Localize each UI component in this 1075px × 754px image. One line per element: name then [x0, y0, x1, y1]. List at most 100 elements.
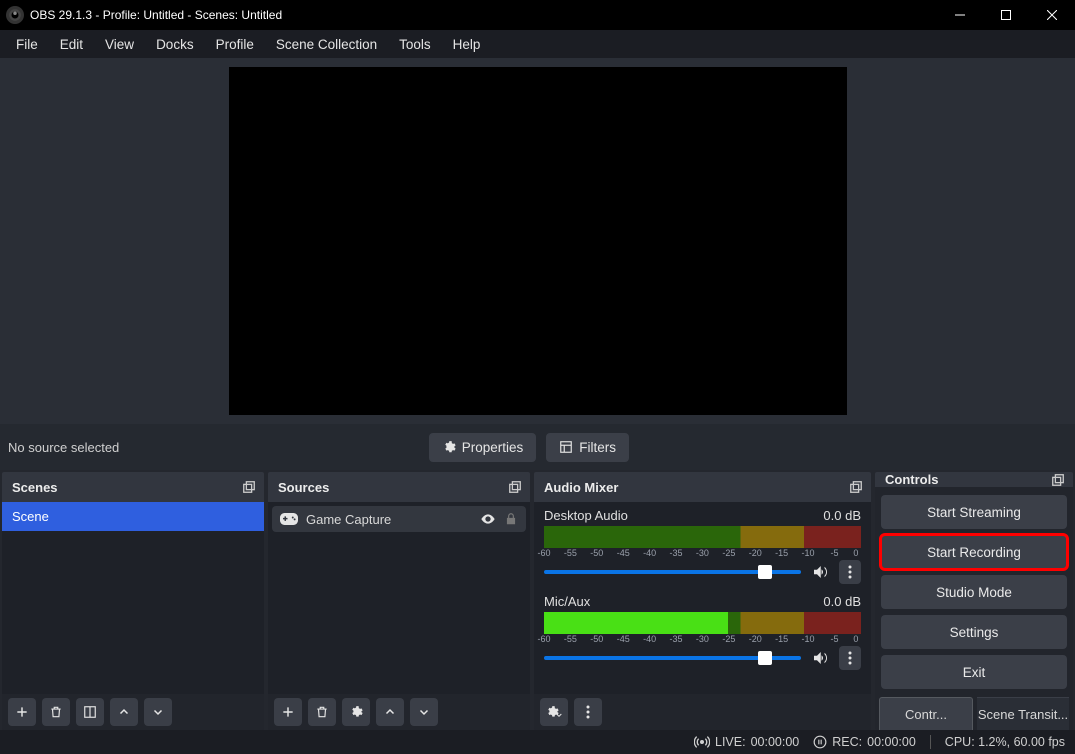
source-up-button[interactable] [376, 698, 404, 726]
controls-dock: Controls Start Streaming Start Recording… [875, 472, 1073, 730]
scenes-title: Scenes [12, 480, 58, 495]
mixer-channel: Desktop Audio 0.0 dB -60-55-50-45-40-35-… [534, 502, 871, 588]
gear-icon [442, 440, 456, 454]
popout-icon[interactable] [1051, 473, 1065, 487]
menu-edit[interactable]: Edit [50, 33, 93, 56]
dots-vertical-icon [848, 651, 852, 665]
scene-up-button[interactable] [110, 698, 138, 726]
speaker-icon[interactable] [811, 649, 829, 667]
remove-scene-button[interactable] [42, 698, 70, 726]
exit-button[interactable]: Exit [881, 655, 1067, 689]
source-item[interactable]: Game Capture [272, 506, 526, 532]
audio-mixer-dock: Audio Mixer Desktop Audio 0.0 dB -60-55-… [534, 472, 871, 730]
menu-scene-collection[interactable]: Scene Collection [266, 33, 387, 56]
window-close-button[interactable] [1029, 0, 1075, 30]
popout-icon[interactable] [242, 480, 256, 494]
trash-icon [315, 705, 329, 719]
rec-time: 00:00:00 [867, 735, 916, 749]
scene-filters-button[interactable] [76, 698, 104, 726]
chevron-down-icon [418, 706, 430, 718]
add-scene-button[interactable] [8, 698, 36, 726]
dots-vertical-icon [586, 705, 590, 719]
channel-db: 0.0 dB [823, 508, 861, 523]
tab-controls[interactable]: Contr... [879, 697, 973, 730]
pause-icon [813, 735, 827, 749]
audio-meter [544, 612, 861, 634]
dots-vertical-icon [848, 565, 852, 579]
eye-icon[interactable] [480, 511, 496, 527]
tab-scene-transitions[interactable]: Scene Transit... [977, 697, 1069, 730]
window-minimize-button[interactable] [937, 0, 983, 30]
broadcast-icon [694, 734, 710, 750]
window-title: OBS 29.1.3 - Profile: Untitled - Scenes:… [30, 8, 282, 22]
trash-icon [49, 705, 63, 719]
filters-button[interactable]: Filters [546, 433, 629, 462]
mixer-header[interactable]: Audio Mixer [534, 472, 871, 502]
no-source-label: No source selected [8, 440, 119, 455]
start-streaming-button[interactable]: Start Streaming [881, 495, 1067, 529]
scene-down-button[interactable] [144, 698, 172, 726]
speaker-icon[interactable] [811, 563, 829, 581]
controls-header[interactable]: Controls [875, 472, 1073, 487]
status-recording: REC: 00:00:00 [813, 735, 916, 749]
lock-icon[interactable] [504, 512, 518, 526]
source-toolbar: No source selected Properties Filters [0, 424, 1075, 470]
channel-options-button[interactable] [839, 646, 861, 670]
volume-slider[interactable] [544, 656, 801, 660]
meter-ticks: -60-55-50-45-40-35-30-25-20-15-10-50 [544, 634, 861, 644]
remove-source-button[interactable] [308, 698, 336, 726]
preview-area[interactable] [0, 58, 1075, 424]
chevron-up-icon [118, 706, 130, 718]
menu-help[interactable]: Help [443, 33, 491, 56]
popout-icon[interactable] [849, 480, 863, 494]
audio-meter [544, 526, 861, 548]
menu-view[interactable]: View [95, 33, 144, 56]
menu-tools[interactable]: Tools [389, 33, 441, 56]
rec-label: REC: [832, 735, 862, 749]
status-cpu: CPU: 1.2%, 60.00 fps [945, 735, 1065, 749]
settings-button[interactable]: Settings [881, 615, 1067, 649]
menu-file[interactable]: File [6, 33, 48, 56]
scenes-header[interactable]: Scenes [2, 472, 264, 502]
menu-profile[interactable]: Profile [206, 33, 264, 56]
source-down-button[interactable] [410, 698, 438, 726]
channel-options-button[interactable] [839, 560, 861, 584]
channel-name: Mic/Aux [544, 594, 590, 609]
scene-switch-icon [83, 705, 97, 719]
properties-button[interactable]: Properties [429, 433, 537, 462]
filters-label: Filters [579, 440, 616, 455]
obs-logo-icon [6, 6, 24, 24]
window-titlebar: OBS 29.1.3 - Profile: Untitled - Scenes:… [0, 0, 1075, 30]
meter-ticks: -60-55-50-45-40-35-30-25-20-15-10-50 [544, 548, 861, 558]
controls-title: Controls [885, 472, 938, 487]
source-properties-button[interactable] [342, 698, 370, 726]
chevron-up-icon [384, 706, 396, 718]
dock-area: Scenes Scene Sources Game Capture [0, 470, 1075, 730]
caret-down-icon [555, 711, 563, 719]
status-connection: LIVE: 00:00:00 [694, 734, 799, 750]
plus-icon [15, 705, 29, 719]
add-source-button[interactable] [274, 698, 302, 726]
mixer-menu-button[interactable] [574, 698, 602, 726]
filters-icon [559, 440, 573, 454]
popout-icon[interactable] [508, 480, 522, 494]
channel-db: 0.0 dB [823, 594, 861, 609]
window-maximize-button[interactable] [983, 0, 1029, 30]
studio-mode-button[interactable]: Studio Mode [881, 575, 1067, 609]
mixer-channel: Mic/Aux 0.0 dB -60-55-50-45-40-35-30-25-… [534, 588, 871, 674]
menu-docks[interactable]: Docks [146, 33, 204, 56]
live-label: LIVE: [715, 735, 746, 749]
gear-icon [349, 705, 363, 719]
live-time: 00:00:00 [751, 735, 800, 749]
scenes-dock: Scenes Scene [2, 472, 264, 730]
mixer-settings-button[interactable] [540, 698, 568, 726]
scene-item[interactable]: Scene [2, 502, 264, 531]
plus-icon [281, 705, 295, 719]
volume-slider[interactable] [544, 570, 801, 574]
gamepad-icon [280, 512, 298, 526]
channel-name: Desktop Audio [544, 508, 628, 523]
preview-canvas[interactable] [229, 67, 847, 415]
start-recording-button[interactable]: Start Recording [881, 535, 1067, 569]
sources-header[interactable]: Sources [268, 472, 530, 502]
sources-dock: Sources Game Capture [268, 472, 530, 730]
